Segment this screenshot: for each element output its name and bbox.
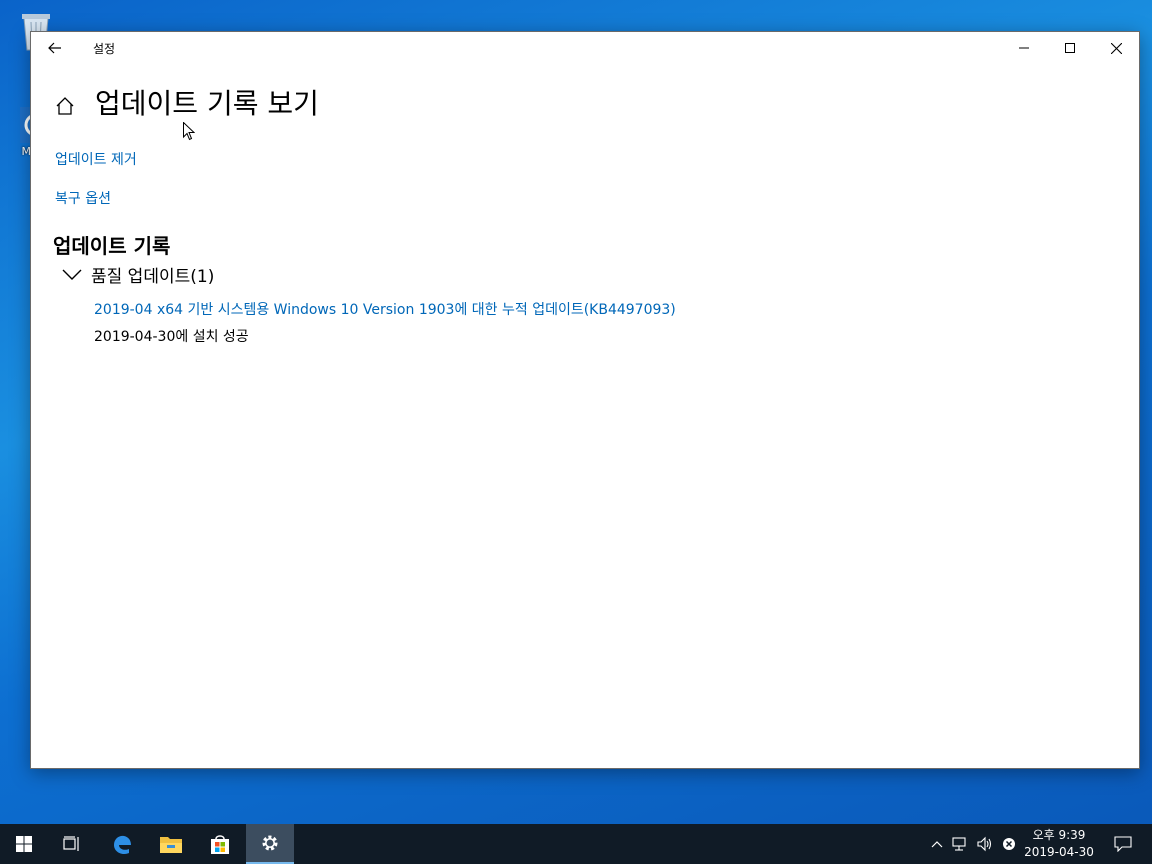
page-title: 업데이트 기록 보기	[95, 87, 319, 120]
maximize-icon	[1065, 43, 1075, 53]
clock-time: 오후 9:39	[1032, 828, 1086, 842]
clock-date: 2019-04-30	[1024, 845, 1094, 859]
volume-icon	[977, 836, 992, 852]
status-tray-button[interactable]	[997, 824, 1021, 864]
update-item-status: 2019-04-30에 설치 성공	[94, 329, 249, 345]
task-view-button[interactable]	[48, 824, 96, 864]
settings-taskbar-button[interactable]	[246, 824, 294, 864]
edge-taskbar-button[interactable]	[98, 824, 146, 864]
error-x-icon	[1003, 838, 1015, 850]
minimize-icon	[1019, 47, 1029, 49]
home-button[interactable]	[51, 92, 79, 120]
close-button[interactable]	[1093, 32, 1139, 64]
maximize-button[interactable]	[1047, 32, 1093, 64]
file-explorer-taskbar-button[interactable]	[147, 824, 195, 864]
file-explorer-icon	[160, 837, 182, 853]
clock[interactable]: 오후 9:39 2019-04-30	[1020, 827, 1098, 861]
arrow-left-icon	[48, 42, 61, 54]
uninstall-updates-link[interactable]: 업데이트 제거	[55, 149, 137, 169]
task-view-icon	[63, 836, 79, 851]
action-center-button[interactable]	[1108, 824, 1138, 864]
close-icon	[1110, 42, 1122, 54]
quality-updates-label: 품질 업데이트(1)	[91, 267, 215, 287]
start-icon	[16, 836, 32, 852]
notification-icon	[1114, 836, 1132, 852]
home-icon	[56, 97, 74, 115]
quality-updates-group-toggle[interactable]: 품질 업데이트(1)	[61, 262, 214, 287]
start-button[interactable]	[0, 824, 48, 864]
store-taskbar-button[interactable]	[196, 824, 244, 864]
settings-window: 설정 업데이트 기록 보기 업데이트 제거 복구 옵션 업데이트 기록 품질 업…	[30, 31, 1140, 769]
mouse-cursor-icon	[183, 122, 195, 141]
store-icon	[211, 835, 229, 854]
chevron-up-icon	[931, 841, 943, 848]
recovery-options-link[interactable]: 복구 옵션	[55, 188, 111, 208]
volume-tray-button[interactable]	[973, 824, 997, 864]
show-hidden-icons-button[interactable]	[925, 824, 949, 864]
title-bar: 설정	[31, 32, 1139, 64]
update-history-heading: 업데이트 기록	[53, 234, 171, 258]
minimize-button[interactable]	[1001, 32, 1047, 64]
window-title: 설정	[93, 42, 116, 56]
gear-icon	[262, 835, 278, 851]
update-item-link[interactable]: 2019-04 x64 기반 시스템용 Windows 10 Version 1…	[94, 299, 676, 319]
edge-icon	[114, 835, 131, 855]
back-button[interactable]	[39, 32, 71, 64]
chevron-down-icon	[61, 264, 83, 286]
network-tray-button[interactable]	[948, 824, 972, 864]
network-icon	[952, 837, 966, 851]
taskbar: 오후 9:39 2019-04-30	[0, 824, 1152, 864]
